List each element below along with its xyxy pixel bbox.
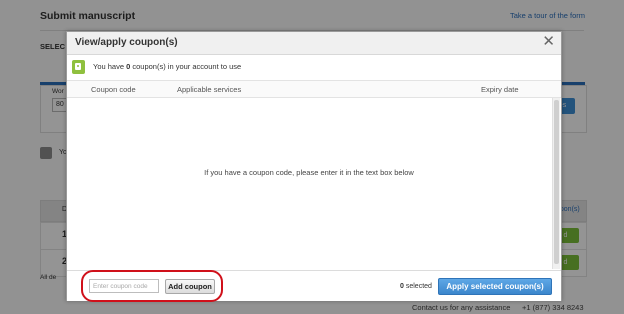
close-icon[interactable]: ✕ (542, 34, 555, 50)
dialog-header: View/apply coupon(s) ✕ (67, 32, 561, 55)
coupon-list: If you have a coupon code, please enter … (67, 98, 551, 269)
column-header-applicable-services: Applicable services (177, 85, 242, 94)
coupon-dialog: View/apply coupon(s) ✕ You have 0 coupon… (66, 31, 562, 302)
empty-state-message: If you have a coupon code, please enter … (204, 168, 414, 177)
coupon-code-input[interactable] (89, 279, 159, 293)
column-header-coupon-code: Coupon code (91, 85, 136, 94)
apply-selected-coupons-button[interactable]: Apply selected coupon(s) (438, 278, 552, 295)
info-prefix: You have (93, 62, 127, 71)
selected-count: 0 selected (400, 283, 432, 290)
selected-label: selected (403, 283, 432, 290)
scrollbar-thumb[interactable] (554, 100, 559, 264)
coupon-info-row: You have 0 coupon(s) in your account to … (67, 54, 561, 81)
coupon-list-scrollbar[interactable] (552, 98, 560, 269)
coupon-table-header: Coupon code Applicable services Expiry d… (67, 81, 561, 98)
info-suffix: coupon(s) in your account to use (130, 62, 242, 71)
coupon-count-text: You have 0 coupon(s) in your account to … (93, 62, 241, 71)
dialog-footer: Add coupon 0 selected Apply selected cou… (67, 270, 561, 302)
coupon-tag-icon (72, 60, 85, 74)
dialog-title: View/apply coupon(s) (75, 37, 178, 48)
column-header-expiry-date: Expiry date (481, 85, 519, 94)
add-coupon-button[interactable]: Add coupon (165, 279, 215, 294)
